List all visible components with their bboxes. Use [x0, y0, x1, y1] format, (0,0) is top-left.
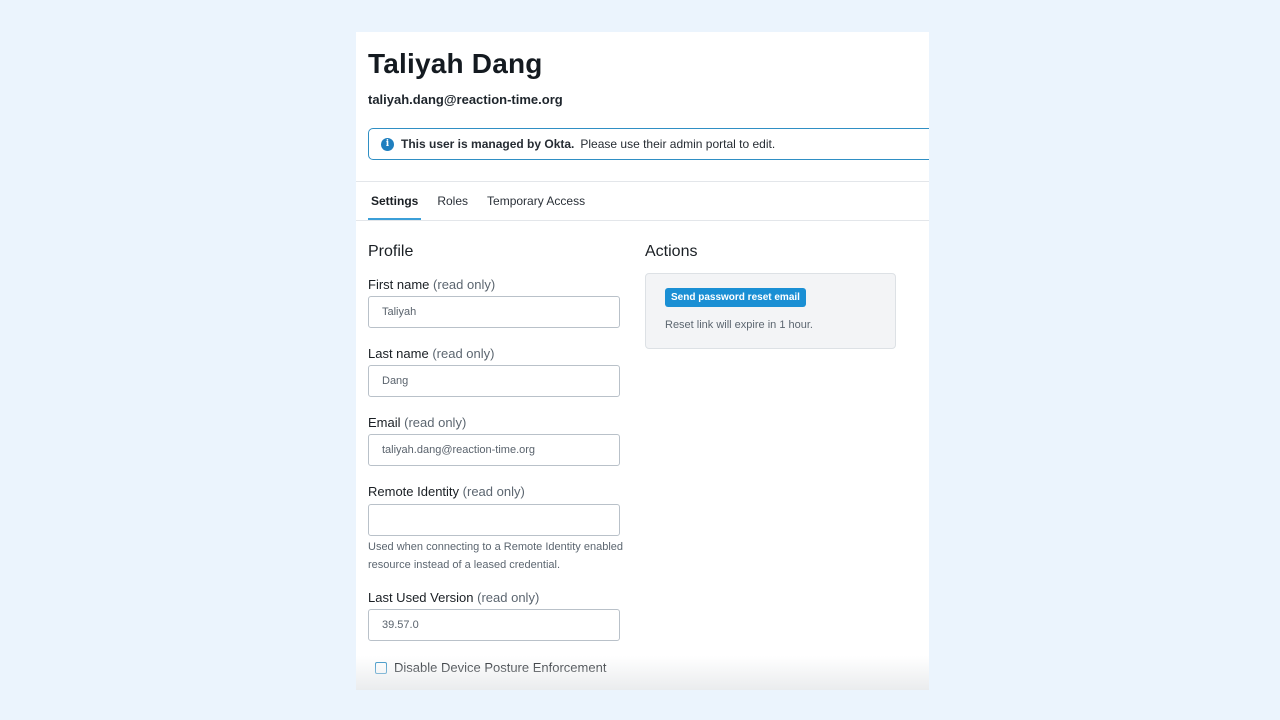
- remote-identity-help: Used when connecting to a Remote Identit…: [368, 541, 623, 571]
- tab-temporary-access[interactable]: Temporary Access: [484, 182, 588, 220]
- remote-identity-field[interactable]: [368, 504, 620, 536]
- read-only-suffix: (read only): [432, 346, 495, 361]
- tab-roles[interactable]: Roles: [434, 182, 471, 220]
- last-used-version-field[interactable]: [368, 609, 620, 641]
- tab-bar: Settings Roles Temporary Access: [368, 182, 601, 220]
- info-icon: i: [381, 137, 394, 151]
- email-field[interactable]: [368, 434, 620, 466]
- managed-by-okta-alert: i This user is managed by Okta. Please u…: [368, 128, 929, 160]
- tab-settings[interactable]: Settings: [368, 182, 422, 220]
- email-label: Email (read only): [368, 415, 466, 430]
- disable-posture-label: Disable Device Posture Enforcement: [394, 660, 607, 675]
- last-used-version-label-text: Last Used Version: [368, 590, 474, 605]
- send-password-reset-button[interactable]: Send password reset email: [665, 288, 806, 307]
- read-only-suffix: (read only): [433, 277, 496, 292]
- page-title: Taliyah Dang: [368, 48, 543, 79]
- first-name-field[interactable]: [368, 296, 620, 328]
- last-name-label: Last name (read only): [368, 346, 494, 361]
- user-email: taliyah.dang@reaction-time.org: [368, 92, 563, 107]
- first-name-label-text: First name: [368, 277, 430, 292]
- read-only-suffix: (read only): [462, 484, 525, 499]
- disable-posture-checkbox[interactable]: [375, 661, 387, 674]
- user-detail-panel: Taliyah Dang taliyah.dang@reaction-time.…: [356, 32, 929, 690]
- profile-section-title: Profile: [368, 243, 414, 260]
- last-used-version-label: Last Used Version (read only): [368, 590, 539, 605]
- alert-text: Please use their admin portal to edit.: [580, 137, 776, 151]
- email-label-text: Email: [368, 415, 401, 430]
- divider: [356, 220, 929, 221]
- actions-section-title: Actions: [645, 243, 698, 260]
- last-name-label-text: Last name: [368, 346, 429, 361]
- remote-identity-label-text: Remote Identity: [368, 484, 460, 499]
- last-name-field[interactable]: [368, 365, 620, 397]
- disable-posture-option[interactable]: Disable Device Posture Enforcement: [375, 660, 606, 675]
- first-name-label: First name (read only): [368, 277, 495, 292]
- reset-note: Reset link will expire in 1 hour.: [665, 319, 813, 331]
- read-only-suffix: (read only): [404, 415, 467, 430]
- actions-box: Send password reset email Reset link wil…: [645, 273, 896, 349]
- remote-identity-label: Remote Identity (read only): [368, 484, 525, 499]
- read-only-suffix: (read only): [477, 590, 540, 605]
- alert-strong-text: This user is managed by Okta.: [401, 137, 575, 151]
